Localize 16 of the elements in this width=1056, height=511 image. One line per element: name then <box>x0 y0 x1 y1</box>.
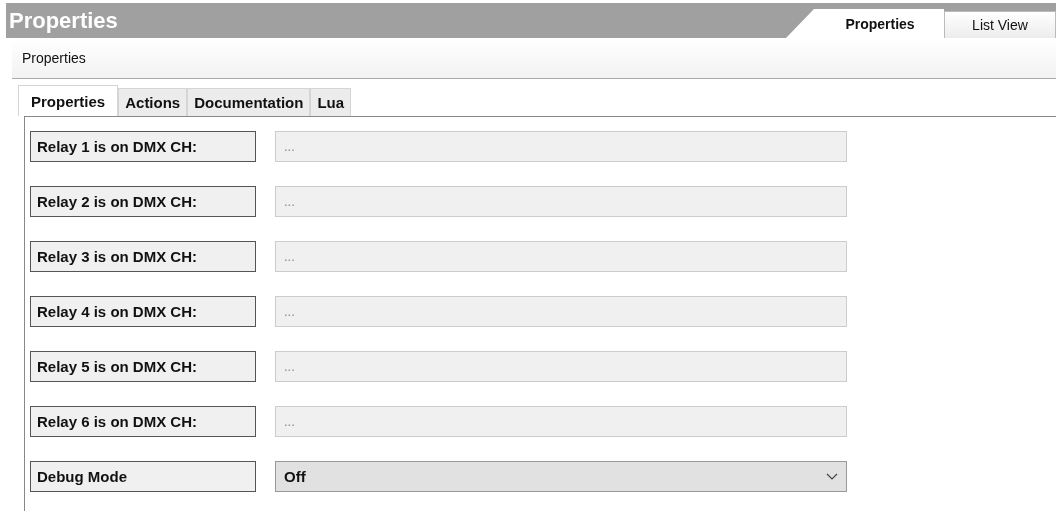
view-tab[interactable]: List View <box>944 11 1056 38</box>
property-label: Relay 2 is on DMX CH: <box>30 186 256 217</box>
view-tab[interactable]: Properties <box>786 9 944 38</box>
dropdown[interactable]: Off <box>275 461 847 492</box>
chevron-down-icon <box>826 473 838 480</box>
property-label: Debug Mode <box>30 461 256 492</box>
property-label: Relay 4 is on DMX CH: <box>30 296 256 327</box>
panel-title: Properties <box>8 7 118 34</box>
property-label: Relay 5 is on DMX CH: <box>30 351 256 382</box>
property-label: Relay 3 is on DMX CH: <box>30 241 256 272</box>
tab[interactable]: Lua <box>310 88 352 116</box>
property-label: Relay 6 is on DMX CH: <box>30 406 256 437</box>
tab[interactable]: Actions <box>118 88 188 116</box>
property-label: Relay 1 is on DMX CH: <box>30 131 256 162</box>
tab[interactable]: Properties <box>18 85 119 116</box>
tab[interactable]: Documentation <box>187 88 311 116</box>
